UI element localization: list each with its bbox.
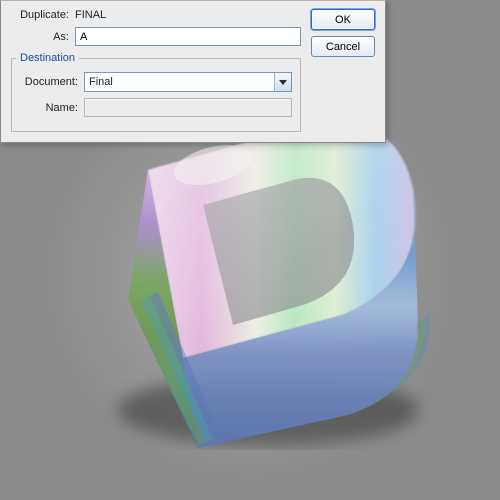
duplicate-label: Duplicate: (11, 9, 69, 21)
destination-group: Destination Document: Final Name: (11, 52, 301, 132)
chevron-down-icon (274, 73, 291, 91)
name-row: Name: (20, 98, 292, 117)
document-row: Document: Final (20, 72, 292, 92)
as-input[interactable] (75, 27, 301, 46)
name-label: Name: (20, 102, 78, 114)
artwork-3d-letter (78, 110, 438, 450)
ok-button[interactable]: OK (311, 9, 375, 30)
cancel-button[interactable]: Cancel (311, 36, 375, 57)
as-row: As: (11, 27, 301, 46)
document-select[interactable]: Final (84, 72, 292, 92)
document-label: Document: (20, 76, 78, 88)
as-label: As: (11, 31, 69, 43)
duplicate-value: FINAL (75, 9, 106, 21)
duplicate-row: Duplicate: FINAL (11, 9, 301, 21)
document-select-value: Final (89, 76, 274, 88)
name-input (84, 98, 292, 117)
destination-legend: Destination (16, 52, 79, 64)
duplicate-dialog: Duplicate: FINAL As: Destination Documen… (0, 0, 386, 143)
